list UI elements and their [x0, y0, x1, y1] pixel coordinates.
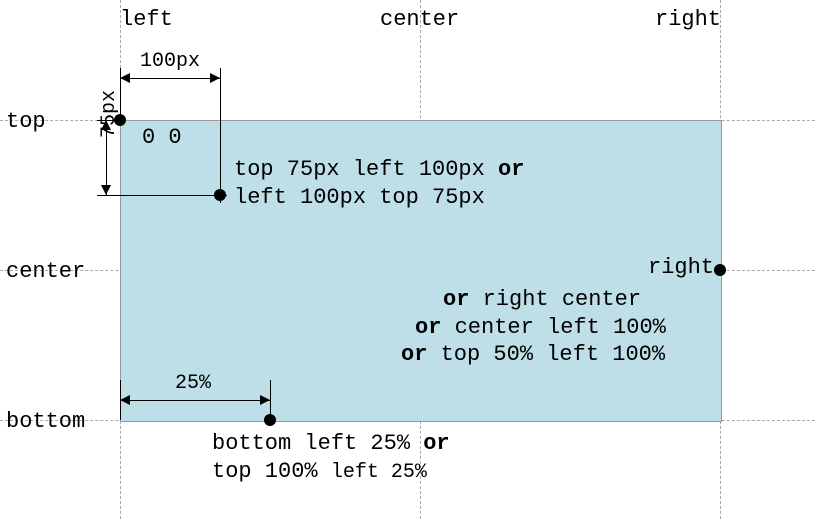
- or-keyword: or: [443, 287, 469, 312]
- label-right: right: [648, 254, 714, 282]
- origin-label: 0 0: [142, 124, 182, 152]
- axis-label-center-top: center: [380, 6, 459, 34]
- axis-label-right: right: [655, 6, 721, 34]
- point-bottom-left-25: [264, 414, 276, 426]
- label-bottom-left-25: bottom left 25% or top 100% left 25%: [212, 430, 450, 485]
- top-left-line2: left 100px top 75px: [234, 185, 485, 210]
- axis-label-center-side: center: [6, 258, 85, 286]
- axis-label-bottom: bottom: [6, 408, 85, 436]
- top-left-line1a: top 75px left 100px: [234, 157, 498, 182]
- point-origin: [114, 114, 126, 126]
- axis-label-left: left: [120, 6, 173, 34]
- right-alt-1: right center: [469, 287, 641, 312]
- label-right-alts: or right center or center left 100% or t…: [443, 286, 666, 369]
- bottom-line1a: bottom left 25%: [212, 431, 423, 456]
- right-alt-3: top 50% left 100%: [427, 342, 665, 367]
- right-alt-2: center left 100%: [441, 315, 665, 340]
- or-keyword: or: [415, 315, 441, 340]
- diagram-stage: left center right top center bottom 0 0 …: [0, 0, 815, 519]
- label-top-75-left-100: top 75px left 100px or left 100px top 75…: [234, 156, 524, 211]
- dimension-100px-label: 100px: [140, 50, 200, 73]
- axis-label-top: top: [6, 108, 46, 136]
- or-keyword: or: [498, 157, 524, 182]
- point-top-75-left-100: [214, 189, 226, 201]
- bottom-line2b: left 25%: [331, 461, 427, 484]
- point-right-center: [714, 264, 726, 276]
- or-keyword: or: [423, 431, 449, 456]
- bottom-line2a: top 100%: [212, 459, 331, 484]
- dimension-25pct-label: 25%: [175, 372, 211, 395]
- or-keyword: or: [401, 342, 427, 367]
